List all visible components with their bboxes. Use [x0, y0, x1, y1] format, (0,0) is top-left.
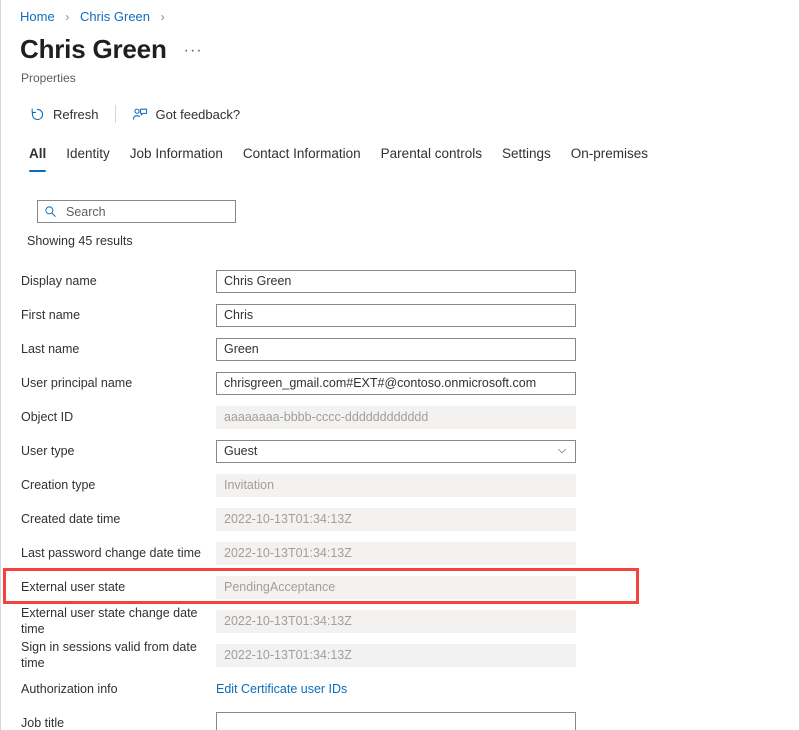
- property-label: Last name: [21, 342, 80, 356]
- property-value-cell: [216, 711, 576, 730]
- property-label: Creation type: [21, 478, 96, 492]
- command-bar-divider: [114, 105, 116, 123]
- property-label: Last password change date time: [21, 546, 201, 560]
- property-input-user-principal-name[interactable]: [216, 371, 576, 395]
- property-label: First name: [21, 308, 81, 322]
- property-value-cell: Guest: [216, 439, 576, 463]
- search-input[interactable]: [66, 204, 229, 219]
- property-row: Created date time 2022-10-13T01:34:13Z: [1, 502, 799, 536]
- title-row: Chris Green ···: [20, 33, 203, 65]
- command-bar: Refresh Got feedback?: [21, 99, 248, 129]
- search-box[interactable]: [37, 200, 236, 223]
- refresh-label: Refresh: [53, 106, 99, 122]
- property-input-job-title[interactable]: [216, 711, 576, 730]
- property-select-value: Guest: [224, 443, 258, 458]
- refresh-icon: [29, 106, 46, 123]
- property-value-cell: 2022-10-13T01:34:13Z: [216, 609, 576, 633]
- property-readonly-last-password-change-date-time: 2022-10-13T01:34:13Z: [216, 541, 576, 565]
- property-row: User principal name: [1, 366, 799, 400]
- property-value-cell: 2022-10-13T01:34:13Z: [216, 541, 576, 565]
- property-value-cell: aaaaaaaa-bbbb-cccc-dddddddddddd: [216, 405, 576, 429]
- property-readonly-created-date-time: 2022-10-13T01:34:13Z: [216, 507, 576, 531]
- results-count: Showing 45 results: [27, 234, 133, 248]
- property-row: Job title: [1, 706, 799, 730]
- user-properties-page: Home › Chris Green › Chris Green ··· Pro…: [0, 0, 800, 730]
- property-label: Authorization info: [21, 682, 118, 696]
- more-actions-button[interactable]: ···: [184, 43, 203, 59]
- tab-job-information[interactable]: Job Information: [120, 145, 233, 172]
- property-value-cell: Invitation: [216, 473, 576, 497]
- breadcrumb: Home › Chris Green ›: [20, 9, 172, 25]
- property-value-cell: [216, 337, 576, 361]
- property-label: Sign in sessions valid from date time: [21, 640, 197, 670]
- property-row: First name: [1, 298, 799, 332]
- property-row: Last password change date time 2022-10-13…: [1, 536, 799, 570]
- property-label: Object ID: [21, 410, 74, 424]
- property-readonly-external-user-state: PendingAcceptance: [216, 575, 576, 599]
- property-row: Authorization info Edit Certificate user …: [1, 672, 799, 706]
- breadcrumb-chevron-icon: ›: [65, 10, 70, 24]
- property-row: External user state PendingAcceptance: [1, 570, 799, 604]
- got-feedback-label: Got feedback?: [155, 106, 241, 122]
- property-readonly-external-user-state-change-date-time: 2022-10-13T01:34:13Z: [216, 609, 576, 633]
- property-input-first-name[interactable]: [216, 303, 576, 327]
- property-row: Last name: [1, 332, 799, 366]
- property-readonly-sign-in-sessions-valid-from-date-time: 2022-10-13T01:34:13Z: [216, 643, 576, 667]
- property-value-cell: 2022-10-13T01:34:13Z: [216, 507, 576, 531]
- property-value-cell: [216, 269, 576, 293]
- property-value-cell: 2022-10-13T01:34:13Z: [216, 643, 576, 667]
- tab-on-premises[interactable]: On-premises: [561, 145, 658, 172]
- property-label: Job title: [21, 716, 65, 730]
- tab-contact-information[interactable]: Contact Information: [233, 145, 371, 172]
- tab-parental-controls[interactable]: Parental controls: [371, 145, 492, 172]
- breadcrumb-chevron-icon: ›: [160, 10, 165, 24]
- property-select-user-type[interactable]: Guest: [216, 439, 576, 463]
- property-value-cell: [216, 371, 576, 395]
- breadcrumb-item-chris-green[interactable]: Chris Green: [80, 9, 150, 24]
- property-row: External user state change date time 2022…: [1, 604, 799, 638]
- property-row: User type Guest: [1, 434, 799, 468]
- property-label: Created date time: [21, 512, 121, 526]
- property-input-display-name[interactable]: [216, 269, 576, 293]
- tab-bar: All Identity Job Information Contact Inf…: [19, 145, 658, 172]
- property-readonly-object-id: aaaaaaaa-bbbb-cccc-dddddddddddd: [216, 405, 576, 429]
- page-subtitle: Properties: [21, 71, 76, 85]
- breadcrumb-item-home[interactable]: Home: [20, 9, 55, 24]
- feedback-person-icon: [132, 106, 149, 123]
- chevron-down-icon: [556, 445, 568, 457]
- property-label: User principal name: [21, 376, 133, 390]
- property-link-authorization-info[interactable]: Edit Certificate user IDs: [216, 681, 347, 697]
- property-row: Sign in sessions valid from date time 202…: [1, 638, 799, 672]
- property-input-last-name[interactable]: [216, 337, 576, 361]
- property-value-cell: [216, 303, 576, 327]
- got-feedback-button[interactable]: Got feedback?: [124, 99, 249, 129]
- property-label: User type: [21, 444, 75, 458]
- property-row: Object ID aaaaaaaa-bbbb-cccc-dddddddddddd: [1, 400, 799, 434]
- property-readonly-creation-type: Invitation: [216, 473, 576, 497]
- search-icon: [44, 205, 57, 218]
- property-row: Display name: [1, 264, 799, 298]
- property-value-cell: Edit Certificate user IDs: [216, 680, 576, 698]
- property-label: External user state: [21, 580, 126, 594]
- refresh-button[interactable]: Refresh: [21, 99, 107, 129]
- property-value-cell: PendingAcceptance: [216, 575, 576, 599]
- page-title: Chris Green: [20, 34, 167, 64]
- tab-all[interactable]: All: [19, 145, 56, 172]
- property-row: Creation type Invitation: [1, 468, 799, 502]
- property-label: Display name: [21, 274, 97, 288]
- tab-settings[interactable]: Settings: [492, 145, 561, 172]
- properties-list: Display name First name Last name User prin…: [1, 264, 799, 730]
- property-label: External user state change date time: [21, 606, 198, 636]
- tab-identity[interactable]: Identity: [56, 145, 120, 172]
